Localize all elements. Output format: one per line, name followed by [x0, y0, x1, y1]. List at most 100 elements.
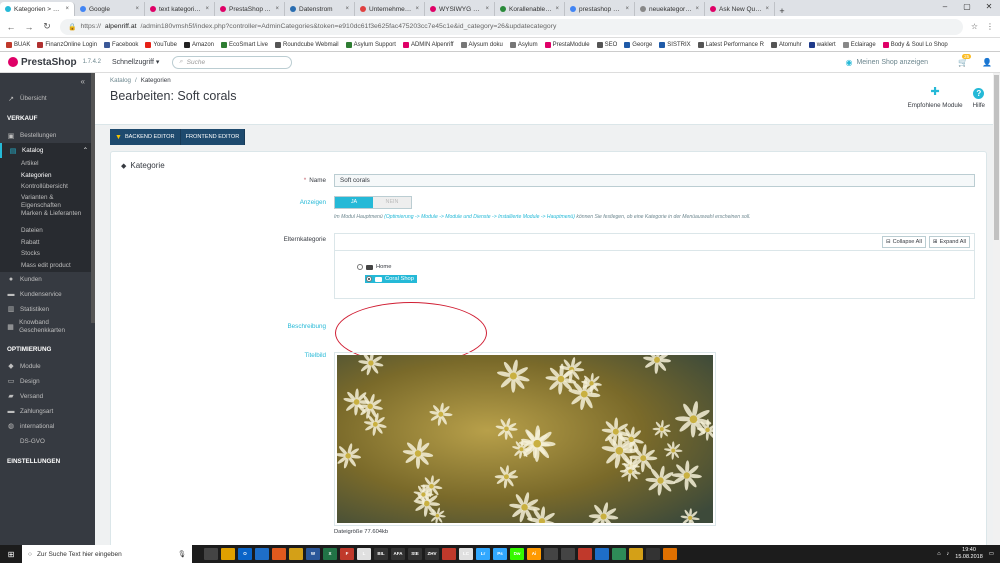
sidebar-item[interactable]: ▥ Statistiken	[0, 302, 95, 317]
display-switch[interactable]: JA NEIN	[334, 196, 412, 209]
sidebar-subitem[interactable]: Marken & Lieferanten	[0, 209, 95, 226]
expand-all-button[interactable]: ⊞ Expand All	[928, 236, 970, 248]
frontend-editor-button[interactable]: FRONTEND EDITOR	[180, 129, 246, 145]
maximize-icon[interactable]: ▢	[956, 0, 978, 16]
bookmark-item[interactable]: PrestaModule	[544, 41, 590, 48]
taskbar-app-icon[interactable]	[595, 548, 609, 560]
switch-no[interactable]: NEIN	[373, 197, 411, 208]
taskbar-app-icon[interactable]	[221, 548, 235, 560]
browser-tab[interactable]: Ask New Question×	[705, 2, 775, 16]
sidebar-item[interactable]: ● Kunden	[0, 272, 95, 287]
user-icon[interactable]: 👤	[982, 58, 992, 67]
prestashop-logo[interactable]: PrestaShop 1.7.4.2	[8, 57, 108, 68]
tab-close-icon[interactable]: ×	[275, 6, 279, 12]
search-input[interactable]: ⌕ Suche	[172, 55, 292, 69]
breadcrumb-katalog[interactable]: Katalog	[110, 77, 131, 84]
tab-close-icon[interactable]: ×	[65, 6, 69, 12]
bookmark-item[interactable]: Asylum Support	[345, 41, 396, 48]
sidebar-subitem[interactable]: Stocks	[0, 248, 95, 261]
help-button[interactable]: ? Hilfe	[973, 88, 985, 109]
browser-tab[interactable]: prestashop 1.7 ca×	[565, 2, 635, 16]
taskbar-app-icon[interactable]	[578, 548, 592, 560]
tab-close-icon[interactable]: ×	[625, 6, 629, 12]
taskbar-app-icon[interactable]: StE	[408, 548, 422, 560]
bookmark-item[interactable]: EcoSmart Live	[221, 41, 268, 48]
taskbar-app-icon[interactable]: F	[340, 548, 354, 560]
page-scrollbar-thumb[interactable]	[994, 75, 999, 240]
bookmark-item[interactable]: ADMIN Alpenriff	[402, 41, 454, 48]
sidebar-item-overview[interactable]: ↗ Übersicht	[0, 91, 95, 106]
taskbar-app-icon[interactable]	[255, 548, 269, 560]
new-tab-icon[interactable]: +	[775, 6, 789, 16]
sidebar-item[interactable]: ▭ Design	[0, 374, 95, 389]
close-icon[interactable]: ✕	[978, 0, 1000, 16]
backend-editor-button[interactable]: ▼ BACKEND EDITOR	[110, 129, 181, 145]
clock[interactable]: 19:40 15.08.2018	[955, 547, 983, 561]
taskbar-app-icon[interactable]: X	[323, 548, 337, 560]
taskbar-app-icon[interactable]	[272, 548, 286, 560]
menu-icon[interactable]: ⋮	[986, 22, 994, 31]
bookmark-item[interactable]: YouTube	[145, 41, 177, 48]
sidebar-subitem[interactable]: Dateien	[0, 225, 95, 237]
browser-tab[interactable]: text kategorie - Pr×	[145, 2, 215, 16]
taskbar-app-icon[interactable]: ZHV	[425, 548, 439, 560]
bookmark-item[interactable]: Eclairage	[842, 41, 876, 48]
windows-start-icon[interactable]: ⊞	[0, 550, 22, 559]
tree-node-coral-shop[interactable]: Coral Shop	[365, 275, 418, 283]
breadcrumb-kategorien[interactable]: Kategorien	[141, 77, 171, 84]
bookmark-item[interactable]: SISTRIX	[659, 41, 691, 48]
bookmark-item[interactable]: waklert	[808, 41, 836, 48]
taskbar-app-icon[interactable]: Lr	[476, 548, 490, 560]
taskbar-app-icon[interactable]: BIL	[374, 548, 388, 560]
network-icon[interactable]: ⌂	[937, 551, 940, 557]
bookmark-item[interactable]: Body & Soul Lo Shop	[882, 41, 948, 48]
tab-close-icon[interactable]: ×	[415, 6, 419, 12]
taskbar-app-icon[interactable]: Dw	[510, 548, 524, 560]
sidebar-subitem[interactable]: Kategorien	[0, 169, 95, 182]
url-field[interactable]: 🔒 https://alpenriff.at/admin180vmsh5f/in…	[60, 18, 963, 35]
sidebar-item[interactable]: DS-GVO	[0, 434, 95, 449]
minimize-icon[interactable]: –	[934, 0, 956, 16]
browser-tab[interactable]: Korallenableger u×	[495, 2, 565, 16]
taskbar-app-icon[interactable]	[442, 548, 456, 560]
bookmark-item[interactable]: Facebook	[104, 41, 138, 48]
recommended-modules-button[interactable]: ✚ Empfohlene Module	[908, 85, 963, 109]
tab-close-icon[interactable]: ×	[205, 6, 209, 12]
sidebar-collapse-icon[interactable]: «	[0, 73, 95, 91]
tab-close-icon[interactable]: ×	[485, 6, 489, 12]
sidebar-item[interactable]: ▦ Knowband Geschenkkarten	[0, 317, 95, 337]
tab-close-icon[interactable]: ×	[135, 6, 139, 12]
sidebar-item[interactable]: ▬ Kundenservice	[0, 287, 95, 302]
taskbar-app-icon[interactable]	[612, 548, 626, 560]
browser-tab[interactable]: Google ×	[75, 2, 145, 16]
sidebar-subitem[interactable]: Rabatt	[0, 236, 95, 249]
volume-icon[interactable]: ♪	[947, 551, 950, 557]
taskbar-app-icon[interactable]	[646, 548, 660, 560]
taskbar-app-icon[interactable]	[629, 548, 643, 560]
sidebar-subitem[interactable]: Artikel	[0, 158, 95, 170]
taskbar-app-icon[interactable]: W	[306, 548, 320, 560]
taskbar-search-input[interactable]: ○ Zur Suche Text hier eingeben 🎙	[22, 545, 192, 563]
quick-access-dropdown[interactable]: Schnellzugriff ▾	[112, 58, 172, 66]
switch-yes[interactable]: JA	[335, 197, 373, 208]
sidebar-item[interactable]: ◍ international	[0, 419, 95, 434]
bookmark-item[interactable]: Atomuhr	[771, 41, 802, 48]
tab-close-icon[interactable]: ×	[695, 6, 699, 12]
bookmark-item[interactable]: Alysum doku	[460, 41, 503, 48]
chevron-up-icon[interactable]: ⌃	[83, 147, 88, 154]
sidebar-subitem[interactable]: Mass edit product	[0, 260, 95, 272]
taskbar-app-icon[interactable]: LC	[459, 548, 473, 560]
sidebar-subitem[interactable]: Kontrollübersicht	[0, 181, 95, 194]
cart-icon[interactable]: 🛒	[958, 58, 968, 67]
taskbar-app-icon[interactable]: O	[238, 548, 252, 560]
sidebar-subitem[interactable]: Varianten & Eigenschaften	[0, 193, 95, 210]
taskbar-app-icon[interactable]	[561, 548, 575, 560]
display-help-link[interactable]: (Optimierung -> Module -> Module und Die…	[384, 214, 575, 220]
browser-tab[interactable]: Datenstrom ×	[285, 2, 355, 16]
sidebar-item[interactable]: ▰ Versand	[0, 389, 95, 404]
bookmark-item[interactable]: SEO	[596, 41, 617, 48]
bookmark-item[interactable]: Roundcube Webmail	[275, 41, 339, 48]
taskbar-app-icon[interactable]: L	[357, 548, 371, 560]
forward-icon[interactable]: →	[24, 22, 34, 32]
page-scrollbar[interactable]	[993, 73, 1000, 545]
